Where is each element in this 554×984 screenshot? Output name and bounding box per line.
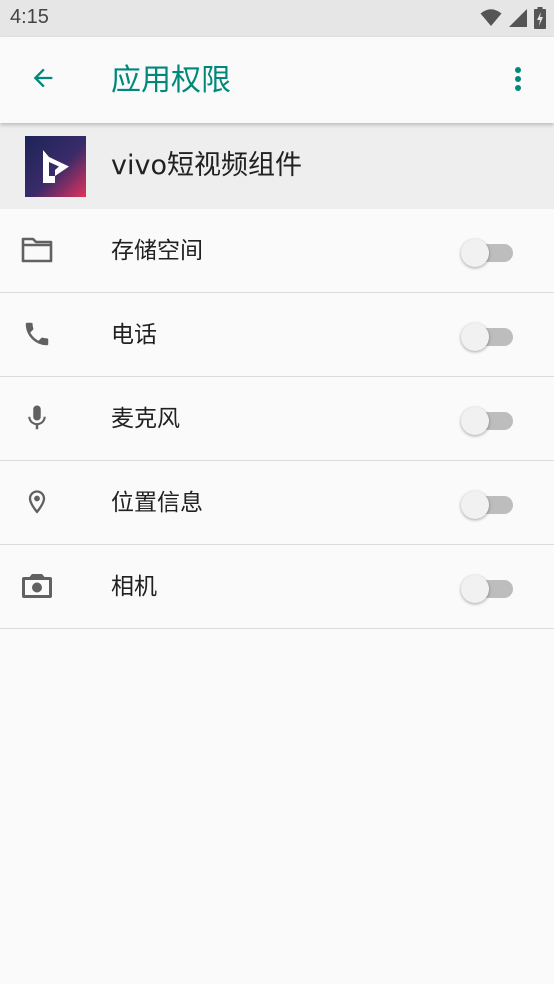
permission-row-storage[interactable]: 存储空间 [0,209,554,293]
vivo-video-app-icon [25,136,86,197]
permission-toggle-location[interactable] [461,489,515,519]
permission-row-camera[interactable]: 相机 [0,545,554,629]
permission-toggle-camera[interactable] [461,573,515,603]
switch-thumb [461,491,489,519]
back-arrow-icon [29,64,57,96]
permission-list: 存储空间 电话 麦克风 位置信息 相机 [0,209,554,629]
permission-row-microphone[interactable]: 麦克风 [0,377,554,461]
switch-thumb [461,407,489,435]
cell-signal-icon [508,8,528,28]
permission-label: 存储空间 [111,238,203,264]
permission-toggle-storage[interactable] [461,237,515,267]
permission-label: 电话 [111,322,157,348]
app-header: vivo短视频组件 [0,123,554,209]
permission-label: 麦克风 [111,406,180,432]
back-button[interactable] [22,59,64,101]
switch-thumb [461,575,489,603]
permission-toggle-microphone[interactable] [461,405,515,435]
more-options-button[interactable] [500,61,536,101]
permission-label: 相机 [111,574,157,600]
status-icons [480,7,546,29]
permission-row-location[interactable]: 位置信息 [0,461,554,545]
location-pin-icon [20,485,54,519]
permission-row-phone[interactable]: 电话 [0,293,554,377]
switch-thumb [461,239,489,267]
app-bar: 应用权限 [0,37,554,123]
permission-toggle-phone[interactable] [461,321,515,351]
battery-charging-icon [534,7,546,29]
more-vert-icon [514,66,522,96]
app-name: vivo短视频组件 [111,150,302,181]
status-time: 4:15 [10,6,49,28]
page-title: 应用权限 [111,63,231,98]
wifi-icon [480,8,502,28]
permission-label: 位置信息 [111,490,203,516]
phone-icon [20,317,54,351]
status-bar: 4:15 [0,0,554,37]
microphone-icon [20,401,54,435]
camera-icon [20,569,54,603]
switch-thumb [461,323,489,351]
folder-icon [20,233,54,267]
